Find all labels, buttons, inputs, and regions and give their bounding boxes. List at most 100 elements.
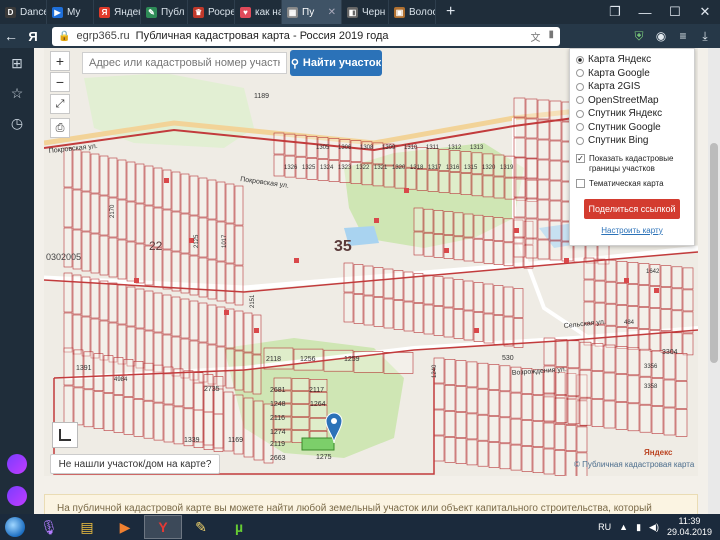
alice-voice-icon[interactable]	[7, 486, 27, 506]
cadastral-checkbox[interactable]: ✓	[576, 153, 585, 163]
back-icon[interactable]: ←	[0, 28, 22, 44]
radio-button[interactable]	[576, 82, 584, 91]
fullscreen-icon[interactable]: ⤢	[50, 94, 70, 114]
radio-button[interactable]	[576, 123, 584, 132]
tabs-overview-icon[interactable]: ❐	[600, 0, 630, 24]
thematic-checkbox[interactable]	[576, 178, 585, 188]
parcel	[627, 375, 640, 404]
parcel	[423, 208, 434, 233]
parcel	[403, 301, 414, 332]
translate-icon[interactable]: 文	[530, 29, 540, 44]
start-button[interactable]	[0, 515, 30, 539]
parcel	[638, 307, 650, 329]
search-button[interactable]: ⚲ Найти участок	[290, 50, 382, 76]
tab-1[interactable]: ▶ My	[47, 0, 94, 24]
apps-grid-icon[interactable]: ⊞	[0, 48, 34, 78]
radio-button[interactable]	[576, 136, 584, 145]
radio-button[interactable]	[576, 109, 584, 118]
tab-3[interactable]: ✎ Публ	[141, 0, 188, 24]
parcel	[423, 304, 434, 335]
scrollbar-thumb[interactable]	[710, 143, 718, 363]
protect-icon[interactable]: ⛨	[632, 29, 646, 43]
cadastral-checkbox-row[interactable]: ✓ Показать кадастровые границы участков	[576, 153, 688, 174]
tab-0[interactable]: D Dance	[0, 0, 47, 24]
file-explorer-icon[interactable]: ▤	[68, 515, 106, 539]
radio-button[interactable]	[576, 69, 584, 78]
map-label: 1317	[428, 165, 442, 171]
parcel	[525, 178, 538, 199]
parcel	[513, 217, 526, 238]
language-indicator[interactable]: RU	[598, 522, 611, 532]
paint-icon[interactable]: ✎	[182, 515, 220, 539]
address-bar[interactable]: 🔒 egrp365.ru Публичная кадастровая карта…	[52, 26, 560, 46]
minimize-icon[interactable]: —	[630, 0, 660, 24]
history-clock-icon[interactable]: ◷	[0, 108, 34, 138]
tray-arrow-icon[interactable]: ▲	[619, 522, 628, 532]
parcel	[444, 436, 456, 463]
new-tab-button[interactable]: +	[436, 0, 465, 24]
field-area	[84, 73, 254, 148]
maximize-icon[interactable]: ☐	[660, 0, 690, 24]
lock-icon[interactable]: 🔒	[58, 31, 70, 42]
utorrent-icon[interactable]: µ	[220, 515, 258, 539]
thematic-checkbox-row[interactable]: Тематическая карта	[576, 178, 688, 189]
parcel	[93, 353, 104, 392]
parcel	[144, 165, 154, 206]
parcel	[603, 372, 616, 401]
not-found-button[interactable]: Не нашли участок/дом на карте?	[50, 454, 220, 474]
layer-option-6[interactable]: Спутник Bing	[576, 134, 688, 148]
layer-option-label: Карта 2GIS	[588, 81, 641, 93]
page-scrollbar[interactable]	[708, 48, 720, 514]
close-tab-icon[interactable]: ✕	[328, 7, 336, 18]
radio-button[interactable]	[576, 96, 584, 105]
layer-option-1[interactable]: Карта Google	[576, 67, 688, 81]
layer-option-4[interactable]: Спутник Яндекс	[576, 107, 688, 121]
print-icon[interactable]: ⎙	[50, 118, 70, 138]
radio-button[interactable]	[576, 55, 584, 64]
alice-assistant-icon[interactable]	[7, 454, 27, 474]
clock[interactable]: 11:39 29.04.2019	[667, 516, 712, 538]
parcel	[81, 151, 91, 192]
tab-8[interactable]: ▣ Волос	[389, 0, 436, 24]
tab-5[interactable]: ♥ как на	[235, 0, 282, 24]
extension-icon[interactable]: ◉	[654, 29, 668, 43]
parcel	[453, 309, 464, 339]
close-window-icon[interactable]: ✕	[690, 0, 720, 24]
tab-2[interactable]: Я Яндекс	[94, 0, 141, 24]
tab-7[interactable]: ◧ Черн	[342, 0, 389, 24]
media-player-icon[interactable]: ▶	[106, 515, 144, 539]
parcel	[193, 382, 204, 443]
parcel	[405, 167, 417, 190]
parcel	[682, 311, 694, 334]
search-input[interactable]	[82, 52, 287, 74]
parcel	[63, 272, 73, 313]
layer-option-0[interactable]: Карта Яндекс	[576, 53, 688, 67]
parcel	[682, 333, 694, 356]
map-attribution[interactable]: © Публичная кадастровая карта	[574, 460, 694, 469]
parcel	[493, 176, 505, 199]
layers-toggle-button[interactable]	[52, 422, 78, 448]
parcel	[627, 262, 639, 284]
layer-option-5[interactable]: Спутник Google	[576, 121, 688, 135]
zoom-out-button[interactable]: −	[50, 72, 70, 92]
yandex-browser-taskbar-icon[interactable]: Y	[144, 515, 182, 539]
layer-option-3[interactable]: OpenStreetMap	[576, 94, 688, 108]
favorites-star-icon[interactable]: ☆	[0, 78, 34, 108]
volume-icon[interactable]: ◀)	[649, 522, 659, 533]
parcel	[615, 346, 628, 374]
configure-map-link[interactable]: Настроить карту	[576, 226, 688, 235]
microphone-icon[interactable]: 🎙	[30, 515, 68, 539]
tab-6[interactable]: ▦ Пу ✕	[282, 0, 342, 24]
cadastral-map[interactable]: 35 22 0302005 Покровская ул. Покровская ул. С…	[44, 48, 698, 476]
menu-icon[interactable]: ≡	[676, 29, 690, 43]
share-link-button[interactable]: Поделиться ссылкой	[584, 198, 680, 219]
parcel	[444, 410, 456, 437]
layer-option-2[interactable]: Карта 2GIS	[576, 80, 688, 94]
parcel	[273, 154, 285, 177]
zoom-in-button[interactable]: +	[50, 51, 70, 71]
yandex-home-icon[interactable]: Я	[22, 29, 44, 44]
tab-4[interactable]: ♛ Росрее	[188, 0, 235, 24]
bookmark-icon[interactable]: ▮	[548, 29, 554, 44]
download-icon[interactable]: ⤓	[698, 29, 712, 43]
network-icon[interactable]: ▮	[636, 522, 641, 533]
